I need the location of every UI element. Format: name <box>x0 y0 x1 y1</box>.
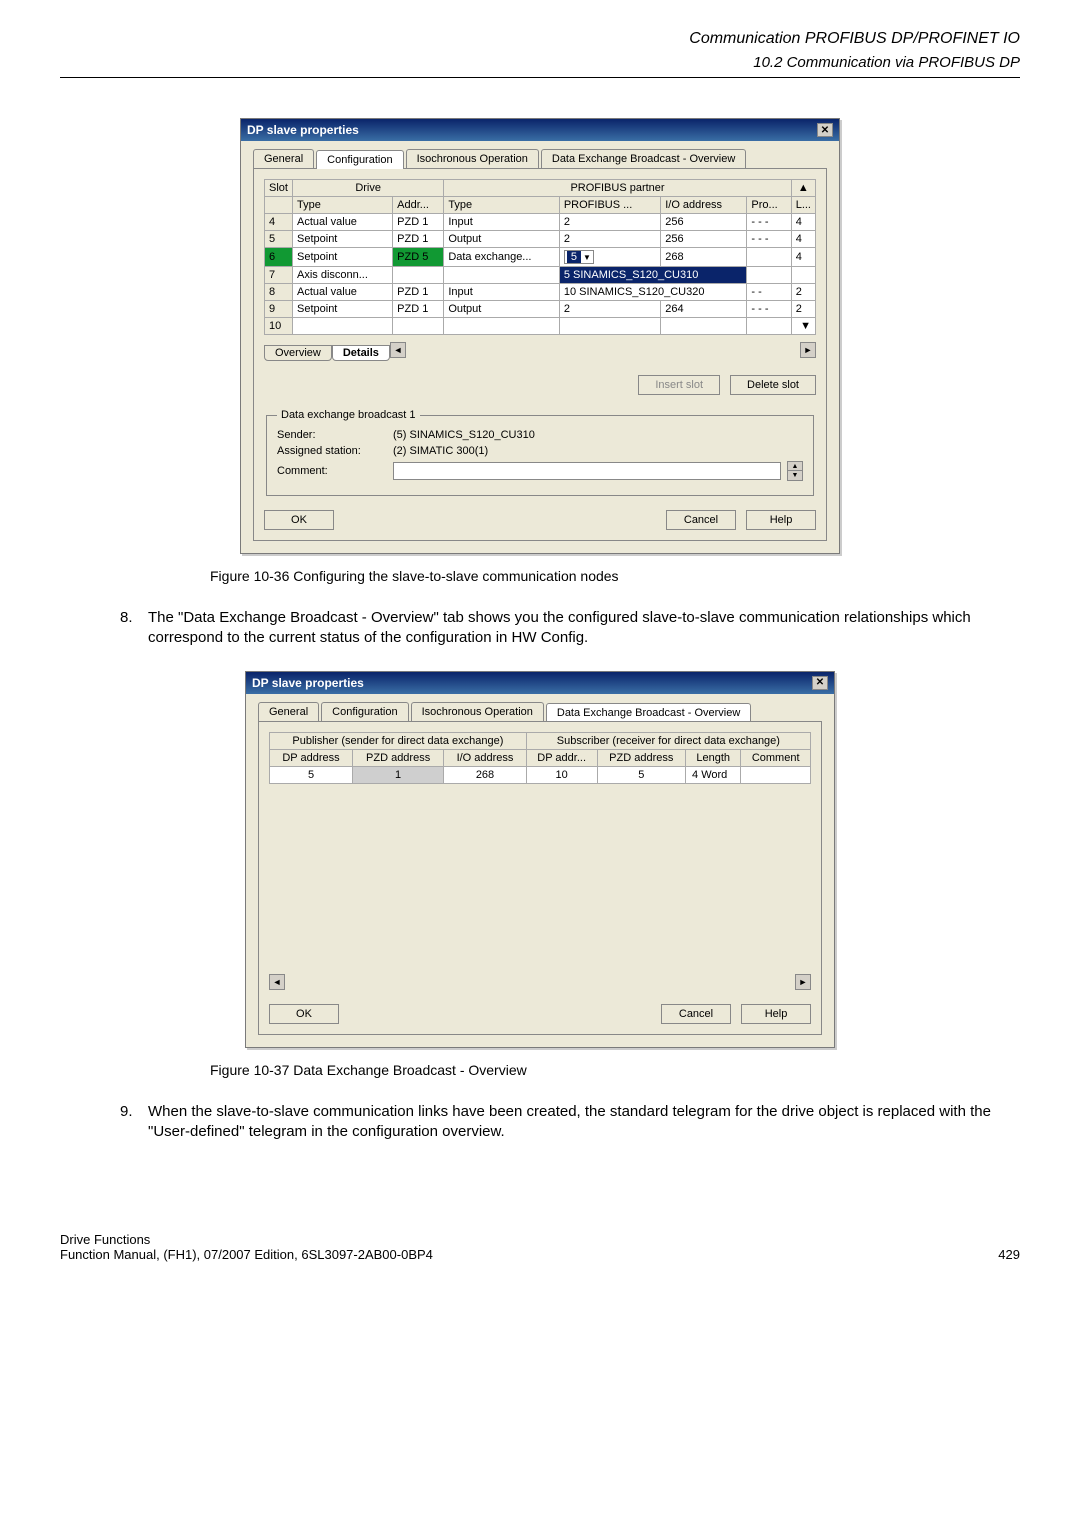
tab-data-exchange-overview[interactable]: Data Exchange Broadcast - Overview <box>541 149 746 168</box>
subscriber-header: Subscriber (receiver for direct data exc… <box>526 732 810 749</box>
tab-isochronous[interactable]: Isochronous Operation <box>411 702 544 721</box>
close-icon[interactable]: ✕ <box>817 123 833 137</box>
configuration-table: Slot Drive PROFIBUS partner ▲ Type Addr.… <box>264 179 816 335</box>
th-dp-addr: DP addr... <box>526 749 597 766</box>
list-number-8: 8. <box>120 608 142 649</box>
footer-left-1: Drive Functions <box>60 1232 433 1247</box>
th-pro: Pro... <box>747 197 791 214</box>
list-number-9: 9. <box>120 1102 142 1143</box>
ok-button[interactable]: OK <box>269 1004 339 1024</box>
footer-left-2: Function Manual, (FH1), 07/2007 Edition,… <box>60 1247 433 1262</box>
th-io-addr: I/O address <box>661 197 747 214</box>
cancel-button[interactable]: Cancel <box>661 1004 731 1024</box>
tab-isochronous[interactable]: Isochronous Operation <box>406 149 539 168</box>
th-drive: Drive <box>293 180 444 197</box>
th-partner: PROFIBUS partner <box>444 180 791 197</box>
cancel-button[interactable]: Cancel <box>666 510 736 530</box>
th-type: Type <box>293 197 393 214</box>
table-row[interactable]: 10 ▼ <box>265 318 816 335</box>
assigned-station-value: (2) SIMATIC 300(1) <box>393 445 803 457</box>
delete-slot-button[interactable]: Delete slot <box>730 375 816 395</box>
tab-configuration[interactable]: Configuration <box>321 702 408 721</box>
publisher-header: Publisher (sender for direct data exchan… <box>270 732 527 749</box>
th-dp-address: DP address <box>270 749 353 766</box>
th-slot: Slot <box>265 180 293 197</box>
sheet-tab-overview[interactable]: Overview <box>264 345 332 361</box>
table-row[interactable]: 8 Actual value PZD 1 Input 10 SINAMICS_S… <box>265 284 816 301</box>
doc-header-line2: 10.2 Communication via PROFIBUS DP <box>60 54 1020 71</box>
close-icon[interactable]: ✕ <box>812 676 828 690</box>
sheet-tab-details[interactable]: Details <box>332 345 390 361</box>
tab-general[interactable]: General <box>253 149 314 168</box>
dialog2-title: DP slave properties <box>252 676 364 690</box>
figure-caption-1: Figure 10-36 Configuring the slave-to-sl… <box>210 568 1020 584</box>
help-button[interactable]: Help <box>741 1004 811 1024</box>
scroll-left-icon[interactable]: ◄ <box>269 974 285 990</box>
doc-header-line1: Communication PROFIBUS DP/PROFINET IO <box>60 30 1020 48</box>
profibus-dropdown[interactable]: 5 ▼ <box>564 250 594 264</box>
scroll-right-icon[interactable]: ► <box>795 974 811 990</box>
th-comment: Comment <box>741 749 811 766</box>
dp-slave-properties-dialog-2: DP slave properties ✕ General Configurat… <box>245 671 835 1048</box>
scroll-down-cell[interactable]: ▼ <box>791 318 815 335</box>
header-rule <box>60 77 1020 78</box>
table-row[interactable]: 7 Axis disconn... 5 SINAMICS_S120_CU310 <box>265 267 816 284</box>
th-ptype: Type <box>444 197 560 214</box>
spin-up-icon[interactable]: ▲ <box>788 462 802 471</box>
th-l: L... <box>791 197 815 214</box>
th-addr: Addr... <box>393 197 444 214</box>
dialog1-title: DP slave properties <box>247 123 359 137</box>
tab-general[interactable]: General <box>258 702 319 721</box>
table-row[interactable]: 5 1 268 10 5 4 Word <box>270 766 811 783</box>
broadcast-overview-table: Publisher (sender for direct data exchan… <box>269 732 811 784</box>
sender-value: (5) SINAMICS_S120_CU310 <box>393 429 803 441</box>
comment-field[interactable] <box>393 462 781 480</box>
insert-slot-button: Insert slot <box>638 375 720 395</box>
table-row[interactable]: 9 Setpoint PZD 1 Output 2 264 - - - 2 <box>265 301 816 318</box>
table-row[interactable]: 4 Actual value PZD 1 Input 2 256 - - - 4 <box>265 214 816 231</box>
figure-caption-2: Figure 10-37 Data Exchange Broadcast - O… <box>210 1062 1020 1078</box>
tab-configuration[interactable]: Configuration <box>316 150 403 169</box>
th-profibus: PROFIBUS ... <box>559 197 660 214</box>
table-row[interactable]: 6 Setpoint PZD 5 Data exchange... 5 ▼ 26… <box>265 248 816 267</box>
table-row[interactable]: 5 Setpoint PZD 1 Output 2 256 - - - 4 <box>265 231 816 248</box>
paragraph-8: The "Data Exchange Broadcast - Overview"… <box>148 608 1020 649</box>
comment-label: Comment: <box>277 465 387 477</box>
th-pzd-address: PZD address <box>353 749 444 766</box>
page-number: 429 <box>998 1247 1020 1262</box>
th-pzd-address2: PZD address <box>597 749 686 766</box>
th-length: Length <box>686 749 741 766</box>
scroll-left-icon[interactable]: ◄ <box>390 342 406 358</box>
scroll-up-cell[interactable]: ▲ <box>791 180 815 197</box>
tab-data-exchange-overview[interactable]: Data Exchange Broadcast - Overview <box>546 703 751 722</box>
data-exchange-broadcast-group: Data exchange broadcast 1 Sender: (5) SI… <box>266 409 814 496</box>
broadcast-legend: Data exchange broadcast 1 <box>277 409 420 421</box>
th-io-address: I/O address <box>444 749 527 766</box>
dp-slave-properties-dialog-1: DP slave properties ✕ General Configurat… <box>240 118 840 554</box>
paragraph-9: When the slave-to-slave communication li… <box>148 1102 1020 1143</box>
sender-label: Sender: <box>277 429 387 441</box>
spin-down-icon[interactable]: ▼ <box>788 471 802 480</box>
chevron-down-icon[interactable]: ▼ <box>583 253 591 262</box>
scroll-right-icon[interactable]: ► <box>800 342 816 358</box>
ok-button[interactable]: OK <box>264 510 334 530</box>
help-button[interactable]: Help <box>746 510 816 530</box>
assigned-station-label: Assigned station: <box>277 445 387 457</box>
